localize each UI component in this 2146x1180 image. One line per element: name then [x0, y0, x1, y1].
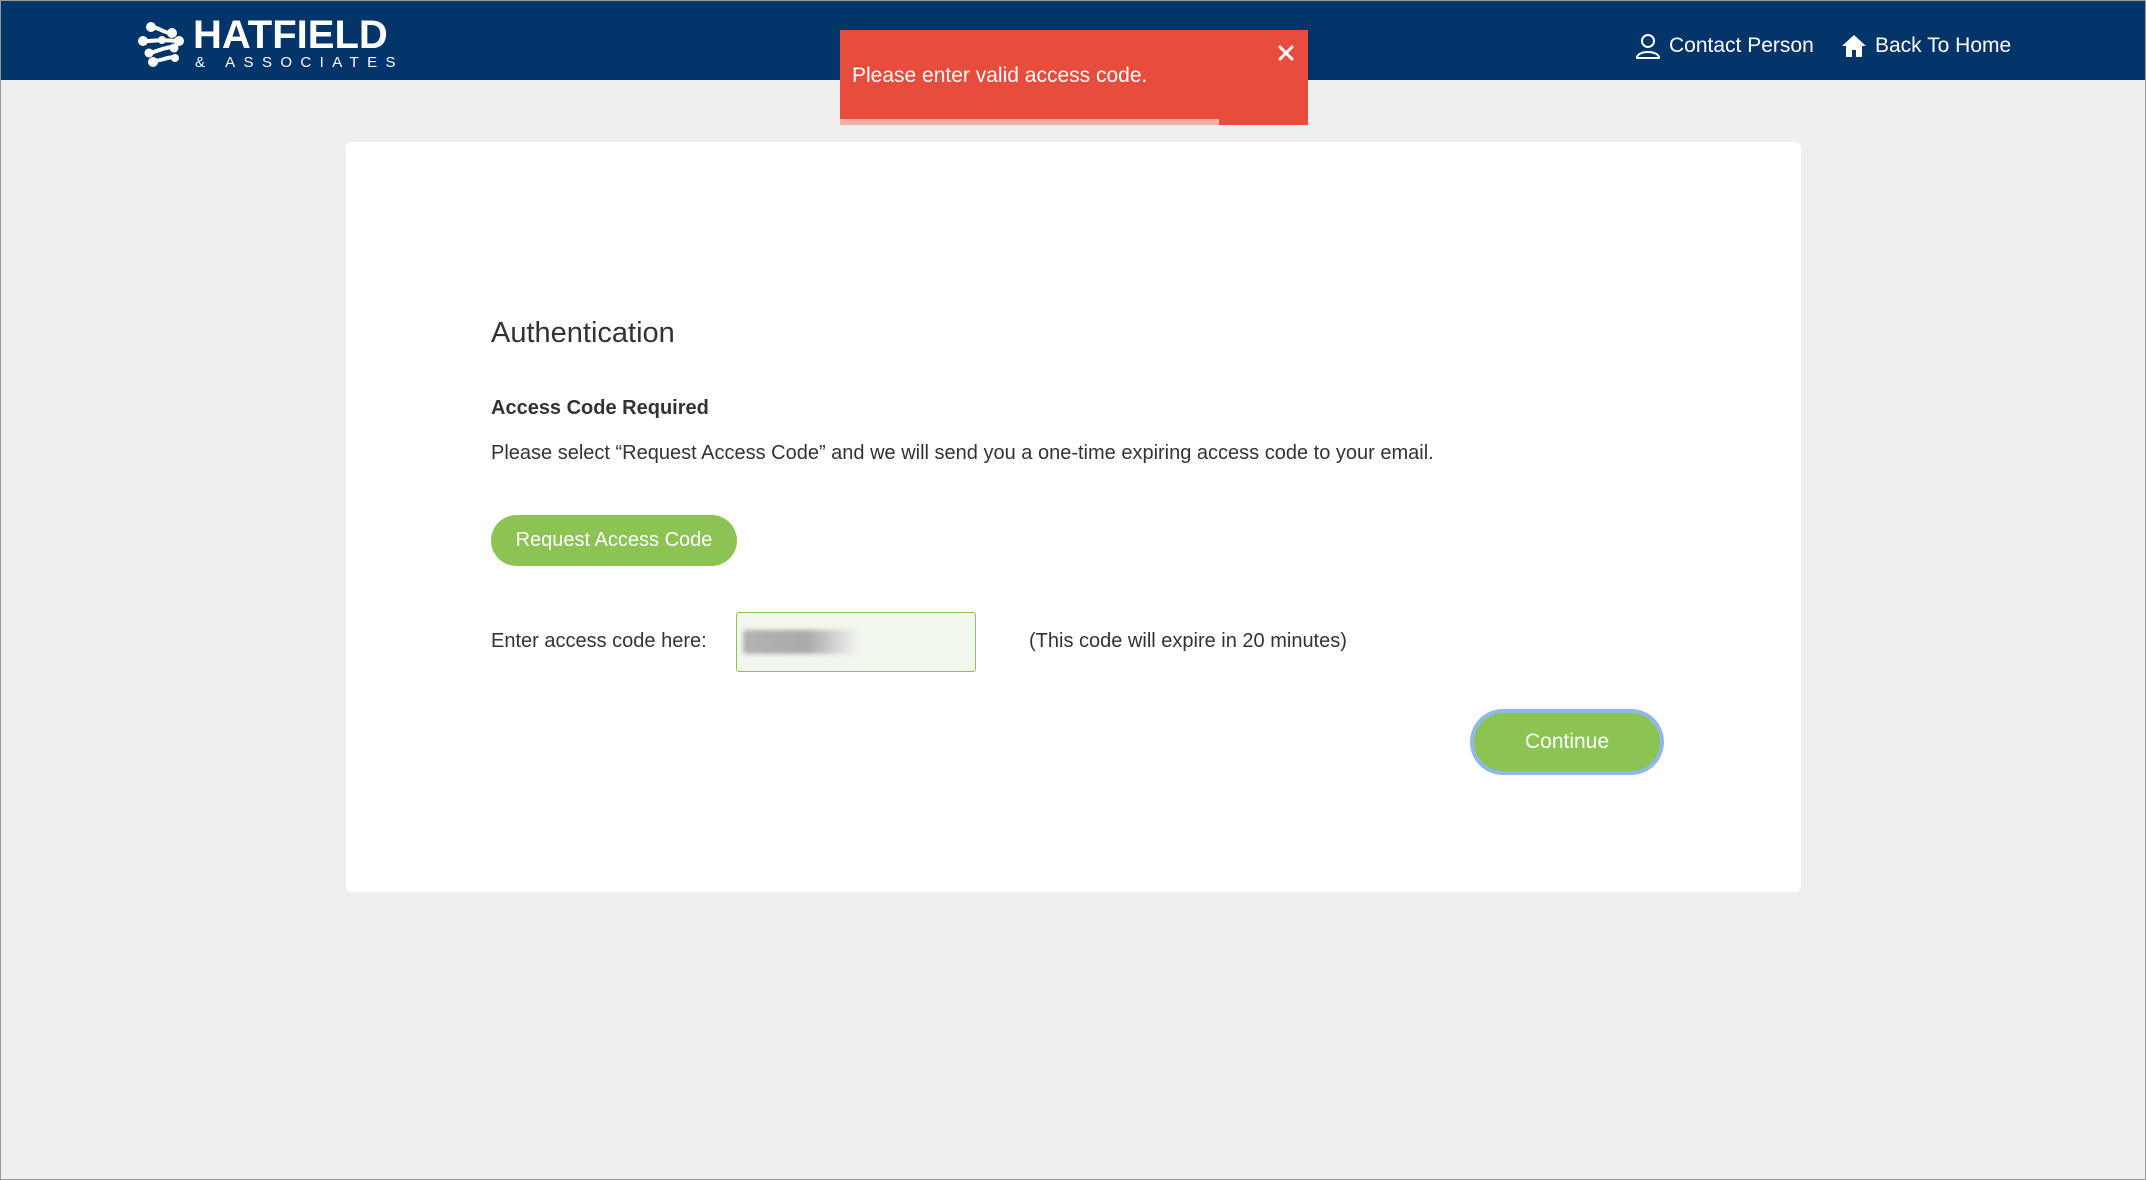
page-title: Authentication — [491, 317, 675, 349]
access-code-field[interactable] — [736, 612, 976, 672]
molecule-logo-icon — [138, 22, 184, 67]
toast-progress-bar — [840, 119, 1220, 125]
logo-tagline: & ASSOCIATES — [195, 54, 404, 71]
request-access-code-button[interactable]: Request Access Code — [491, 515, 737, 566]
user-icon — [1636, 34, 1660, 59]
authentication-card: Authentication Access Code Required Plea… — [346, 142, 1801, 892]
section-subtitle: Access Code Required — [491, 397, 709, 419]
logo-name: HATFIELD — [193, 13, 388, 57]
close-icon[interactable] — [1275, 42, 1297, 64]
continue-button[interactable]: Continue — [1474, 713, 1660, 771]
error-toast: Please enter valid access code. — [840, 30, 1308, 125]
nav-home-label: Back To Home — [1875, 34, 2012, 57]
toast-message: Please enter valid access code. — [852, 64, 1148, 87]
page-frame: HATFIELD & ASSOCIATES Contact Person Bac… — [0, 0, 2146, 1180]
home-icon — [1842, 35, 1866, 57]
nav-back-to-home[interactable]: Back To Home — [1841, 31, 2011, 61]
nav-contact-label: Contact Person — [1669, 34, 1814, 57]
access-code-label: Enter access code here: — [491, 630, 707, 652]
hatfield-logo[interactable]: HATFIELD & ASSOCIATES — [137, 15, 404, 71]
nav-contact-person[interactable]: Contact Person — [1635, 31, 1814, 61]
expiry-note: (This code will expire in 20 minutes) — [1029, 630, 1347, 652]
logo-wordmark: HATFIELD & ASSOCIATES — [193, 15, 404, 70]
instructions-text: Please select “Request Access Code” and … — [491, 442, 1434, 464]
redacted-code-value — [743, 630, 859, 654]
